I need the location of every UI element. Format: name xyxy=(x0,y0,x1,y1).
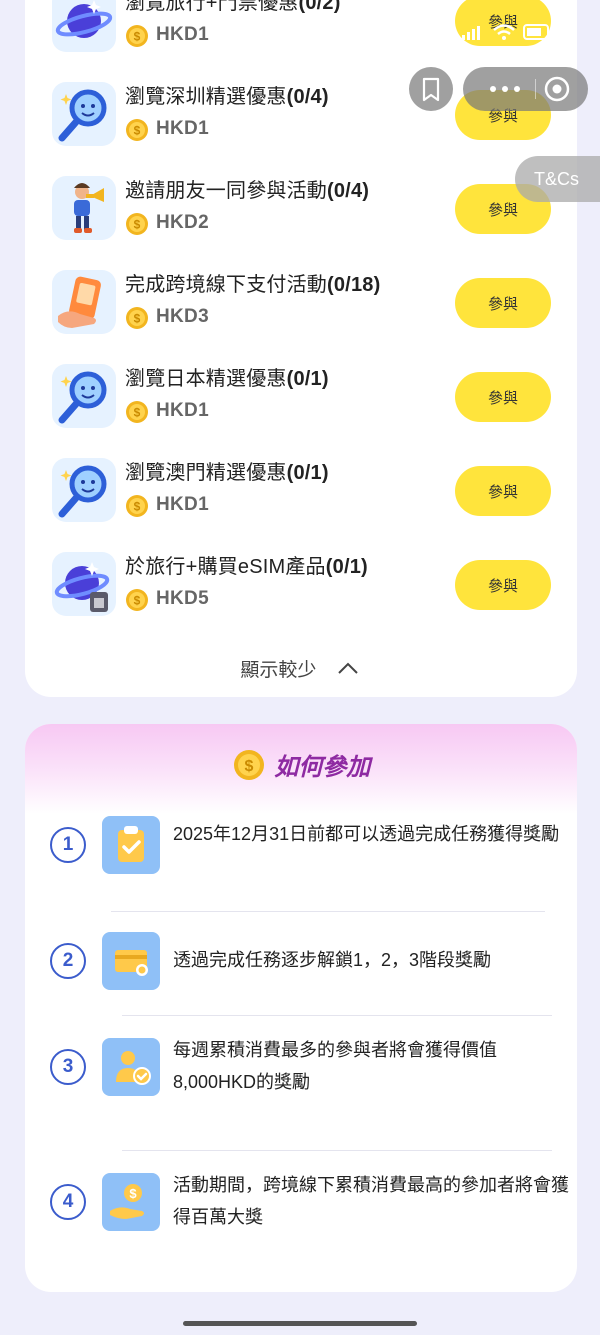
planet-icon xyxy=(52,0,116,52)
task-reward: HKD1 xyxy=(156,494,209,515)
how-to-join-title: 如何參加 xyxy=(274,754,371,781)
tcs-tab[interactable]: T&Cs xyxy=(515,156,600,202)
show-less-toggle[interactable]: 顯示較少 xyxy=(0,655,600,682)
target-icon[interactable] xyxy=(543,67,587,111)
step-number: 4 xyxy=(50,1184,86,1220)
svg-text:$: $ xyxy=(134,218,141,232)
capsule-divider xyxy=(535,79,536,99)
coin-icon: $ xyxy=(125,212,149,236)
step-item: 1 2025年12月31日前都可以透過完成任務獲得獎勵 xyxy=(50,816,570,886)
trumpeter-icon xyxy=(52,176,116,240)
task-count: (0/18) xyxy=(327,274,381,296)
task-title: 瀏覽日本精選優惠 xyxy=(125,368,287,390)
join-button[interactable]: 參與 xyxy=(455,466,551,516)
task-title: 邀請朋友一同參與活動 xyxy=(125,180,327,202)
task-title: 於旅行+購買eSIM產品 xyxy=(125,556,326,578)
svg-text:$: $ xyxy=(134,406,141,420)
task-reward: HKD5 xyxy=(156,588,209,609)
step-text: 活動期間，跨境線下累積消費最高的參加者將會獲得百萬大獎 xyxy=(173,1175,569,1227)
step-item: 4 $ 活動期間，跨境線下累積消費最高的參加者將會獲得百萬大獎 xyxy=(50,1173,570,1243)
join-button[interactable]: 參與 xyxy=(455,372,551,422)
task-item[interactable]: 完成跨境線下支付活動(0/18) $ HKD3 參與 xyxy=(52,270,572,336)
svg-text:$: $ xyxy=(134,30,141,44)
step-text: 2025年12月31日前都可以透過完成任務獲得獎勵 xyxy=(173,824,560,844)
divider xyxy=(122,1150,552,1151)
planet-sim-icon xyxy=(52,552,116,616)
task-count: (0/1) xyxy=(286,368,329,390)
task-count: (0/4) xyxy=(327,180,370,202)
magnifier-icon xyxy=(52,364,116,428)
step-item: 2 透過完成任務逐步解鎖1，2，3階段獎勵 xyxy=(50,932,570,992)
phone-hand-icon xyxy=(52,270,116,334)
coin-icon: $ xyxy=(125,400,149,424)
home-indicator[interactable] xyxy=(183,1321,417,1326)
status-icons xyxy=(460,20,552,42)
magnifier-icon xyxy=(52,82,116,146)
step-text: 每週累積消費最多的參與者將會獲得價值8,000HKD的獎勵 xyxy=(173,1040,497,1092)
task-title: 瀏覽旅行+門票優惠 xyxy=(125,0,299,14)
task-reward: HKD1 xyxy=(156,24,209,45)
join-button[interactable]: 參與 xyxy=(455,278,551,328)
coin-icon: $ xyxy=(233,749,264,780)
show-less-label: 顯示較少 xyxy=(240,660,317,681)
step-item: 3 每週累積消費最多的參與者將會獲得價值8,000HKD的獎勵 xyxy=(50,1038,570,1108)
task-reward: HKD1 xyxy=(156,400,209,421)
task-count: (0/2) xyxy=(298,0,341,14)
task-reward: HKD3 xyxy=(156,306,209,327)
task-item[interactable]: 於旅行+購買eSIM產品(0/1) $ HKD5 參與 xyxy=(52,552,572,618)
svg-text:$: $ xyxy=(134,594,141,608)
step-number: 2 xyxy=(50,943,86,979)
clipboard-check-icon xyxy=(102,816,160,874)
task-title: 瀏覽澳門精選優惠 xyxy=(125,462,287,484)
task-item[interactable]: 邀請朋友一同參與活動(0/4) $ HKD2 參與 xyxy=(52,176,572,242)
task-title: 完成跨境線下支付活動 xyxy=(125,274,327,296)
task-count: (0/4) xyxy=(286,86,329,108)
card-icon xyxy=(102,932,160,990)
svg-text:$: $ xyxy=(134,312,141,326)
coin-icon: $ xyxy=(125,118,149,142)
coin-hand-icon: $ xyxy=(102,1173,160,1231)
svg-text:$: $ xyxy=(134,500,141,514)
coin-icon: $ xyxy=(125,306,149,330)
task-reward: HKD1 xyxy=(156,118,209,139)
svg-text:$: $ xyxy=(134,124,141,138)
bookmark-icon[interactable] xyxy=(409,67,453,111)
divider xyxy=(111,911,545,912)
svg-text:$: $ xyxy=(129,1186,137,1201)
mini-program-capsule xyxy=(463,67,588,111)
task-count: (0/1) xyxy=(286,462,329,484)
join-button[interactable]: 參與 xyxy=(455,560,551,610)
step-number: 3 xyxy=(50,1049,86,1085)
svg-text:$: $ xyxy=(244,758,253,775)
more-dots-icon[interactable] xyxy=(479,67,531,111)
magnifier-icon xyxy=(52,458,116,522)
how-to-join-card: $ 如何參加 1 2025年12月31日前都可以透過完成任務獲得獎勵 2 透過完… xyxy=(25,724,577,1292)
person-check-icon xyxy=(102,1038,160,1096)
coin-icon: $ xyxy=(125,588,149,612)
task-item[interactable]: 瀏覽澳門精選優惠(0/1) $ HKD1 參與 xyxy=(52,458,572,524)
step-text: 透過完成任務逐步解鎖1，2，3階段獎勵 xyxy=(173,950,492,970)
coin-icon: $ xyxy=(125,494,149,518)
task-item[interactable]: 瀏覽日本精選優惠(0/1) $ HKD1 參與 xyxy=(52,364,572,430)
task-reward: HKD2 xyxy=(156,212,209,233)
divider xyxy=(122,1015,552,1016)
step-number: 1 xyxy=(50,827,86,863)
coin-icon: $ xyxy=(125,24,149,48)
task-title: 瀏覽深圳精選優惠 xyxy=(125,86,287,108)
task-count: (0/1) xyxy=(325,556,368,578)
chevron-up-icon xyxy=(336,660,360,682)
